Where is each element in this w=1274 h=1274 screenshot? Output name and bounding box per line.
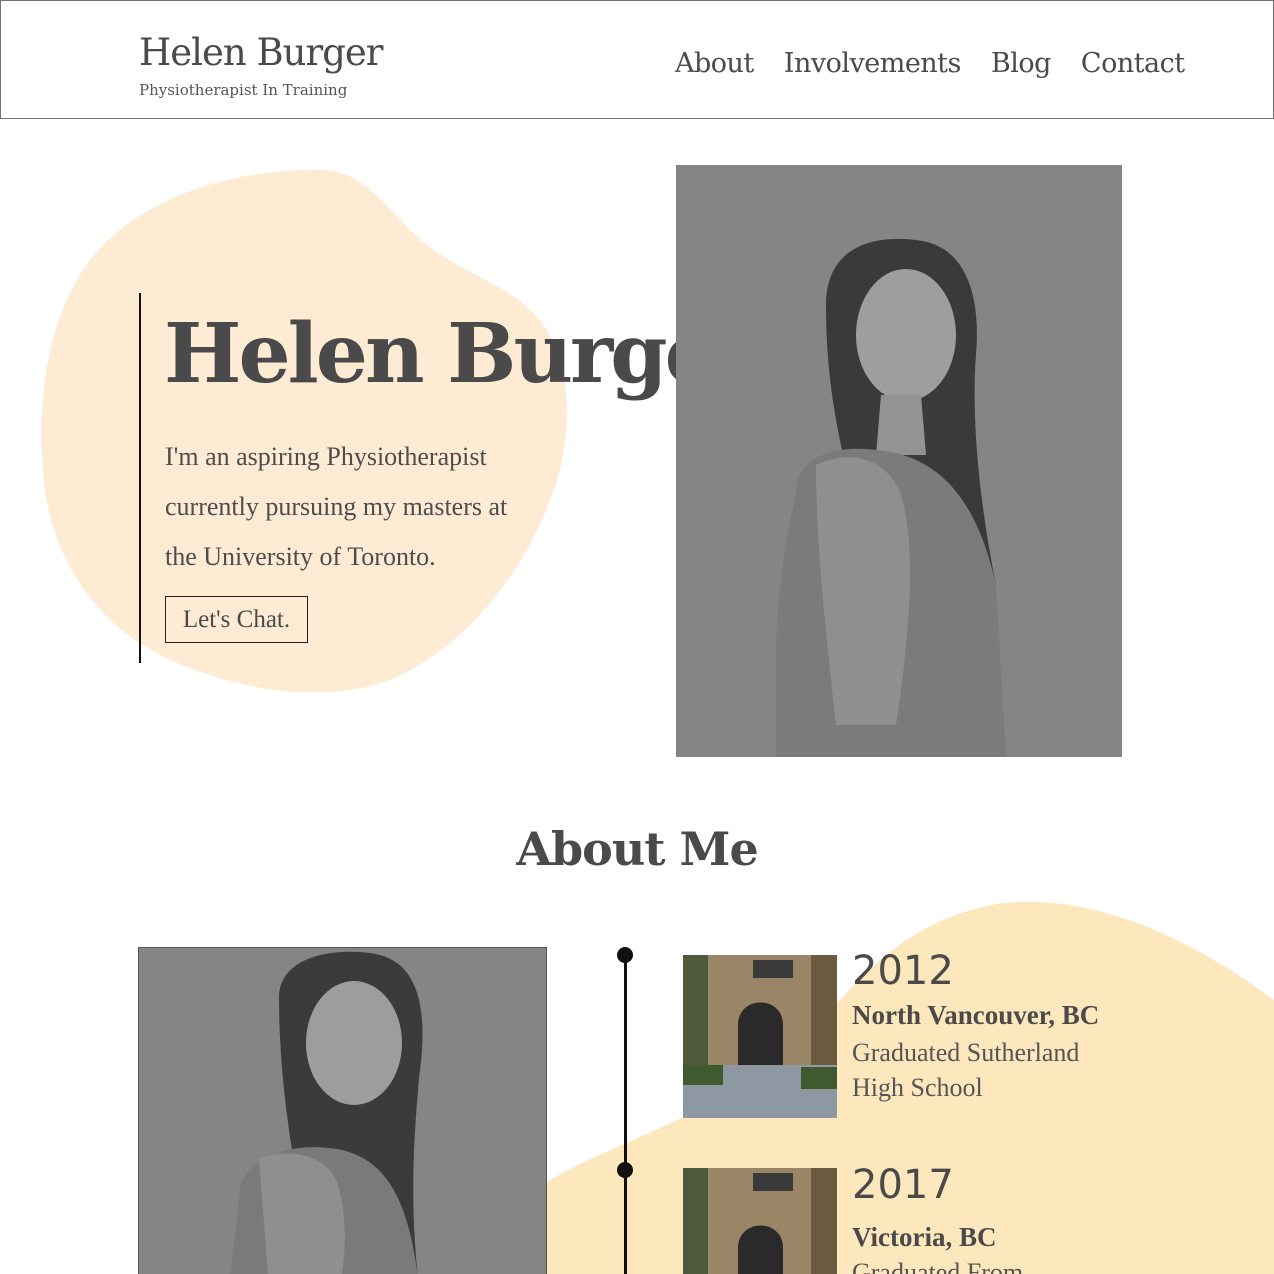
hero-accent-rule bbox=[139, 293, 141, 663]
hero-portrait-photo bbox=[676, 165, 1122, 757]
timeline-year: 2017 bbox=[852, 1162, 954, 1208]
portrait-illustration bbox=[676, 165, 1122, 757]
nav-about[interactable]: About bbox=[675, 48, 754, 79]
brand-name[interactable]: Helen Burger bbox=[139, 31, 383, 74]
timeline-place: Victoria, BC bbox=[852, 1222, 997, 1252]
school-building-image bbox=[683, 955, 837, 1118]
nav-contact[interactable]: Contact bbox=[1081, 48, 1185, 79]
timeline-dot bbox=[617, 1162, 633, 1178]
timeline-year: 2012 bbox=[852, 948, 954, 994]
page: Helen Burger Physiotherapist In Training… bbox=[0, 0, 1274, 1274]
hero-description: I'm an aspiring Physiotherapist currentl… bbox=[165, 442, 508, 571]
brand-tagline: Physiotherapist In Training bbox=[139, 81, 348, 99]
timeline-dot bbox=[617, 947, 633, 963]
main-nav: About Involvements Blog Contact bbox=[675, 48, 1185, 79]
hero-title: Helen Burger bbox=[164, 306, 757, 402]
lets-chat-button[interactable]: Let's Chat. bbox=[165, 596, 308, 643]
nav-blog[interactable]: Blog bbox=[991, 48, 1052, 79]
school-building-image bbox=[683, 1168, 837, 1274]
timeline-description: Graduated Sutherland High School bbox=[852, 1038, 1080, 1102]
about-heading: About Me bbox=[516, 822, 758, 876]
portrait-illustration bbox=[139, 948, 546, 1274]
timeline-description: Graduated From bbox=[852, 1258, 1024, 1274]
timeline-line bbox=[624, 955, 627, 1274]
about-portrait-photo bbox=[138, 947, 547, 1274]
timeline-place: North Vancouver, BC bbox=[852, 1000, 1100, 1030]
site-header: Helen Burger Physiotherapist In Training… bbox=[0, 0, 1274, 119]
nav-involvements[interactable]: Involvements bbox=[784, 48, 962, 79]
